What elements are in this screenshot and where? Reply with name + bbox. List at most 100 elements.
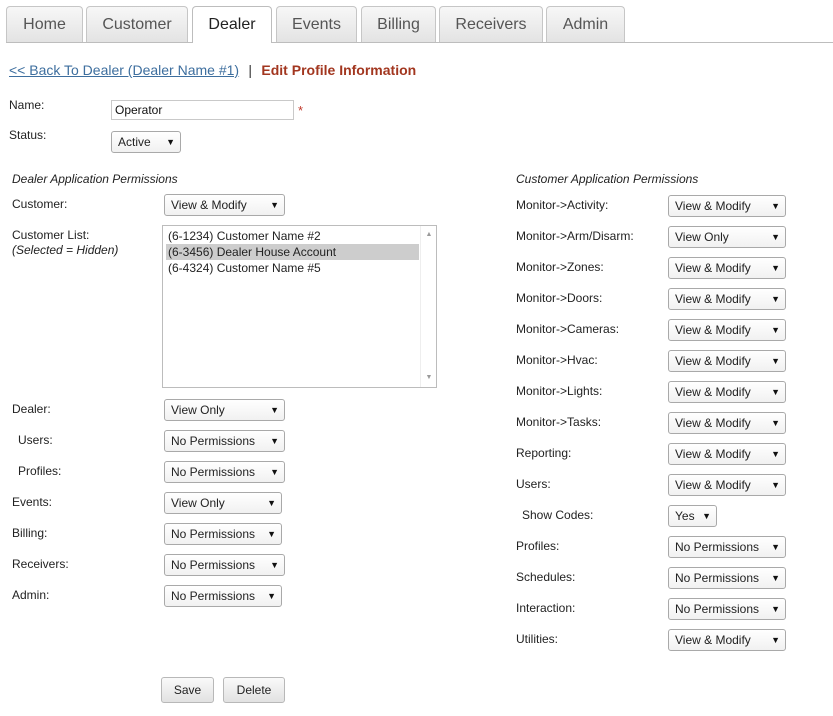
chevron-down-icon: ▼ — [771, 542, 780, 552]
select-value: View & Modify — [675, 292, 751, 306]
name-label: Name: — [9, 98, 45, 112]
tab-label: Customer — [102, 15, 172, 33]
customer-users-label: Users: — [516, 477, 551, 491]
customer-users-select[interactable]: View & Modify ▼ — [668, 474, 786, 496]
monitor-cameras-select[interactable]: View & Modify ▼ — [668, 319, 786, 341]
select-value: No Permissions — [171, 527, 256, 541]
select-value: No Permissions — [675, 602, 760, 616]
select-value: No Permissions — [675, 540, 760, 554]
monitor-hvac-select[interactable]: View & Modify ▼ — [668, 350, 786, 372]
events-perm-label: Events: — [12, 495, 53, 509]
required-mark: * — [298, 103, 304, 118]
list-item[interactable]: (6-3456) Dealer House Account — [166, 244, 419, 260]
customer-permissions-title: Customer Application Permissions — [516, 172, 699, 186]
tabs-divider — [6, 42, 833, 43]
chevron-down-icon: ▼ — [771, 387, 780, 397]
customer-perm-select[interactable]: View & Modify ▼ — [164, 194, 285, 216]
billing-perm-label: Billing: — [12, 526, 48, 540]
dealer-permissions-title: Dealer Application Permissions — [12, 172, 178, 186]
select-value: No Permissions — [675, 571, 760, 585]
schedules-select[interactable]: No Permissions ▼ — [668, 567, 786, 589]
select-value: View Only — [171, 496, 225, 510]
page-title: Edit Profile Information — [261, 62, 417, 78]
tab-label: Admin — [562, 15, 609, 33]
tab-dealer[interactable]: Dealer — [192, 6, 272, 43]
save-button[interactable]: Save — [161, 677, 214, 703]
select-value: View & Modify — [675, 261, 751, 275]
show-codes-select[interactable]: Yes ▼ — [668, 505, 717, 527]
monitor-doors-label: Monitor->Doors: — [516, 291, 603, 305]
monitor-hvac-label: Monitor->Hvac: — [516, 353, 598, 367]
select-value: Active — [118, 135, 151, 149]
customer-profiles-label: Profiles: — [516, 539, 560, 553]
tab-receivers[interactable]: Receivers — [439, 6, 543, 42]
breadcrumb-separator: | — [248, 62, 253, 78]
billing-perm-select[interactable]: No Permissions ▼ — [164, 523, 282, 545]
select-value: View & Modify — [675, 199, 751, 213]
tab-home[interactable]: Home — [6, 6, 83, 42]
chevron-down-icon: ▼ — [270, 200, 279, 210]
show-codes-label: Show Codes: — [522, 508, 594, 522]
monitor-doors-select[interactable]: View & Modify ▼ — [668, 288, 786, 310]
dealer-perm-select[interactable]: View Only ▼ — [164, 399, 285, 421]
chevron-down-icon: ▼ — [702, 511, 711, 521]
dealer-profiles-label: Profiles: — [18, 464, 62, 478]
monitor-arm-disarm-select[interactable]: View Only ▼ — [668, 226, 786, 248]
events-perm-select[interactable]: View Only ▼ — [164, 492, 282, 514]
monitor-lights-select[interactable]: View & Modify ▼ — [668, 381, 786, 403]
customer-list-label: Customer List: — [12, 228, 90, 242]
delete-button[interactable]: Delete — [223, 677, 285, 703]
name-input[interactable] — [111, 100, 294, 120]
dealer-users-select[interactable]: No Permissions ▼ — [164, 430, 285, 452]
back-to-dealer-link[interactable]: << Back To Dealer (Dealer Name #1) — [9, 62, 239, 78]
select-value: View & Modify — [675, 385, 751, 399]
monitor-tasks-select[interactable]: View & Modify ▼ — [668, 412, 786, 434]
status-label: Status: — [9, 128, 47, 142]
tab-label: Receivers — [455, 15, 527, 33]
select-value: View & Modify — [675, 478, 751, 492]
tab-label: Events — [292, 15, 341, 33]
status-select[interactable]: Active ▼ — [111, 131, 181, 153]
utilities-select[interactable]: View & Modify ▼ — [668, 629, 786, 651]
admin-perm-select[interactable]: No Permissions ▼ — [164, 585, 282, 607]
chevron-down-icon: ▼ — [771, 201, 780, 211]
monitor-activity-label: Monitor->Activity: — [516, 198, 609, 212]
tab-label: Billing — [377, 15, 420, 33]
chevron-down-icon: ▼ — [267, 591, 276, 601]
dealer-profiles-select[interactable]: No Permissions ▼ — [164, 461, 285, 483]
chevron-down-icon: ▼ — [771, 263, 780, 273]
list-item[interactable]: (6-4324) Customer Name #5 — [166, 260, 419, 276]
tab-customer[interactable]: Customer — [86, 6, 188, 42]
select-value: View & Modify — [675, 416, 751, 430]
chevron-down-icon: ▼ — [771, 232, 780, 242]
scroll-down-icon[interactable]: ▼ — [421, 371, 437, 385]
receivers-perm-label: Receivers: — [12, 557, 69, 571]
utilities-label: Utilities: — [516, 632, 559, 646]
interaction-select[interactable]: No Permissions ▼ — [668, 598, 786, 620]
chevron-down-icon: ▼ — [270, 467, 279, 477]
customer-listbox[interactable]: (6-1234) Customer Name #2 (6-3456) Deale… — [162, 225, 437, 388]
tab-events[interactable]: Events — [276, 6, 357, 42]
chevron-down-icon: ▼ — [771, 325, 780, 335]
admin-perm-label: Admin: — [12, 588, 50, 602]
breadcrumb: << Back To Dealer (Dealer Name #1) | Edi… — [9, 62, 416, 78]
select-value: View & Modify — [171, 198, 247, 212]
chevron-down-icon: ▼ — [771, 635, 780, 645]
monitor-activity-select[interactable]: View & Modify ▼ — [668, 195, 786, 217]
listbox-scrollbar[interactable]: ▲ ▼ — [420, 226, 436, 387]
chevron-down-icon: ▼ — [270, 436, 279, 446]
chevron-down-icon: ▼ — [270, 560, 279, 570]
chevron-down-icon: ▼ — [166, 137, 175, 147]
reporting-select[interactable]: View & Modify ▼ — [668, 443, 786, 465]
select-value: View Only — [675, 230, 729, 244]
tab-billing[interactable]: Billing — [361, 6, 436, 42]
customer-profiles-select[interactable]: No Permissions ▼ — [668, 536, 786, 558]
monitor-zones-select[interactable]: View & Modify ▼ — [668, 257, 786, 279]
scroll-up-icon[interactable]: ▲ — [421, 228, 437, 242]
select-value: No Permissions — [171, 434, 256, 448]
tab-admin[interactable]: Admin — [546, 6, 625, 42]
receivers-perm-select[interactable]: No Permissions ▼ — [164, 554, 285, 576]
chevron-down-icon: ▼ — [267, 498, 276, 508]
select-value: View & Modify — [675, 633, 751, 647]
list-item[interactable]: (6-1234) Customer Name #2 — [166, 228, 419, 244]
